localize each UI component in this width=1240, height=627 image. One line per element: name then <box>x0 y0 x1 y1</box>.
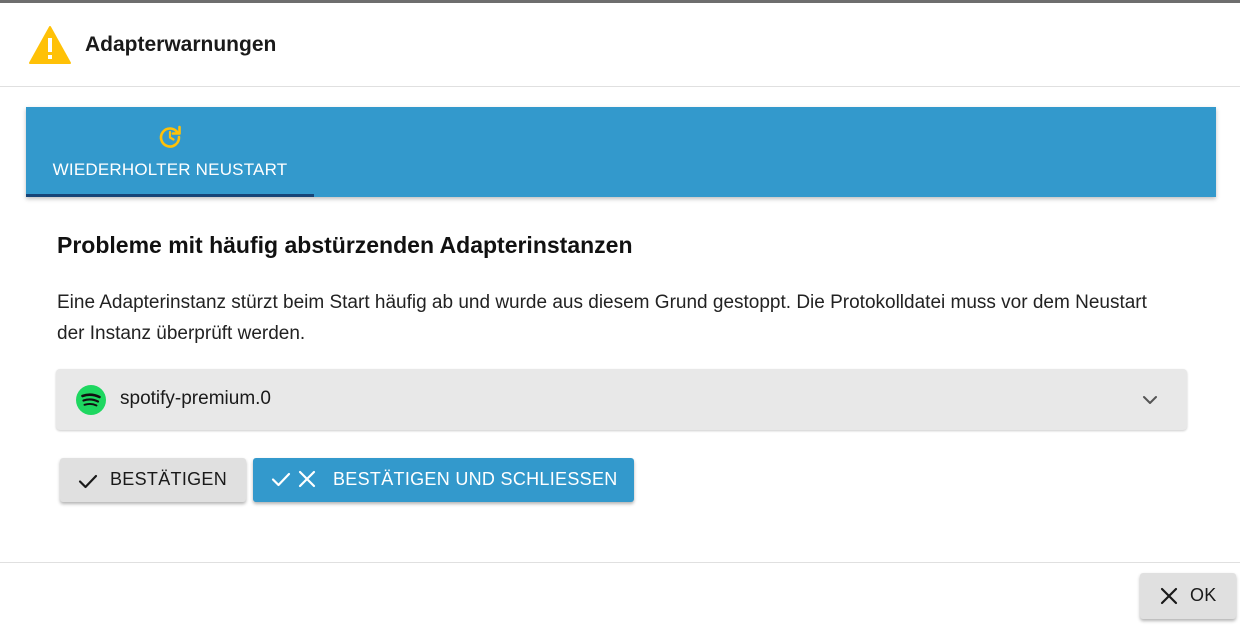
spotify-icon <box>76 385 106 415</box>
confirm-button[interactable]: BESTÄTIGEN <box>60 458 246 502</box>
instance-accordion[interactable]: spotify-premium.0 <box>56 369 1187 430</box>
restart-icon <box>159 125 181 148</box>
close-icon <box>1160 587 1178 605</box>
confirm-button-label: BESTÄTIGEN <box>110 469 228 489</box>
active-tab-indicator <box>26 194 314 197</box>
section-description: Eine Adapterinstanz stürzt beim Start hä… <box>57 292 1147 344</box>
check-icon <box>271 472 291 487</box>
check-icon <box>78 474 98 489</box>
chevron-down-icon[interactable] <box>1139 389 1161 411</box>
confirm-and-close-button-label: BESTÄTIGEN UND SCHLIESSEN <box>333 469 618 489</box>
dialog-title: Adapterwarnungen <box>85 33 277 56</box>
ok-button-label: OK <box>1190 585 1217 605</box>
section-title: Probleme mit häufig abstürzenden Adapter… <box>57 232 633 258</box>
tab-repeated-restart[interactable]: WIEDERHOLTER NEUSTART <box>26 107 314 197</box>
dialog-header: Adapterwarnungen <box>0 3 1240 87</box>
instance-name: spotify-premium.0 <box>120 388 271 409</box>
tab-label: WIEDERHOLTER NEUSTART <box>52 160 288 179</box>
confirm-and-close-button[interactable]: BESTÄTIGEN UND SCHLIESSEN <box>253 458 634 502</box>
warning-triangle-icon <box>29 26 71 64</box>
ok-button[interactable]: OK <box>1140 573 1236 619</box>
tab-bar: WIEDERHOLTER NEUSTART <box>26 107 1216 197</box>
close-icon <box>298 470 316 488</box>
footer-divider <box>0 562 1240 563</box>
